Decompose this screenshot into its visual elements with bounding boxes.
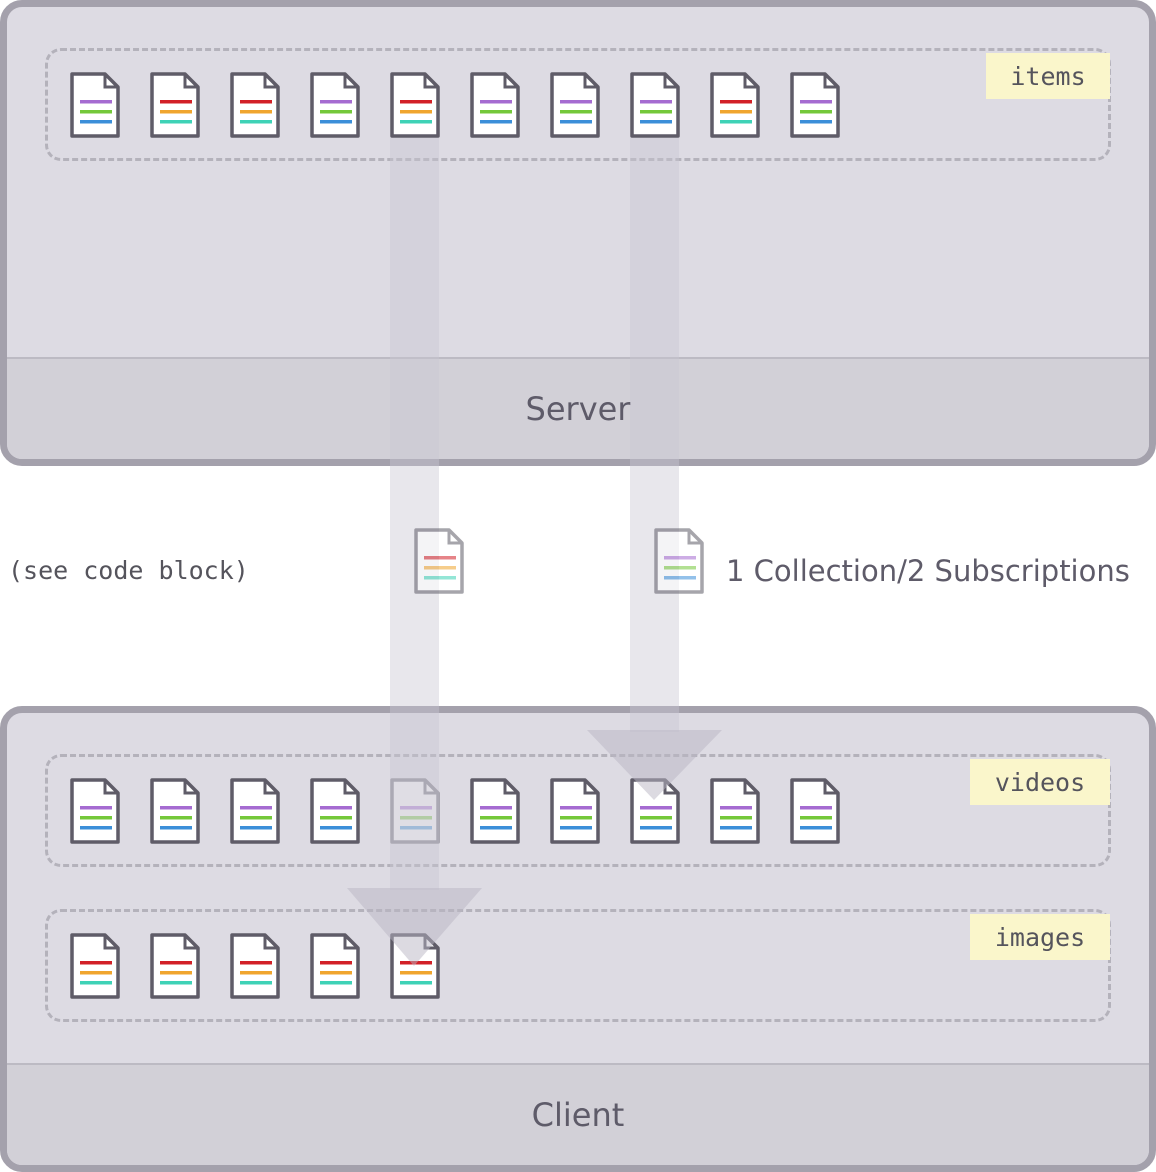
items-doc-purple xyxy=(309,71,361,139)
items-tag: items xyxy=(986,53,1110,99)
videos-doc-purple xyxy=(69,777,121,845)
items-doc-red xyxy=(229,71,281,139)
images-doc-red xyxy=(69,932,121,1000)
transit-doc-purple xyxy=(653,527,705,595)
subscriptions-caption: 1 Collection/2 Subscriptions xyxy=(726,554,1130,588)
videos-doc-purple xyxy=(789,777,841,845)
items-doc-red xyxy=(389,71,441,139)
images-tag: images xyxy=(970,914,1110,960)
images-doc-red xyxy=(149,932,201,1000)
images-doc-red xyxy=(309,932,361,1000)
images-collection xyxy=(45,909,1111,1022)
videos-tag: videos xyxy=(970,759,1110,805)
videos-doc-purple xyxy=(149,777,201,845)
items-doc-purple xyxy=(629,71,681,139)
server-panel: items Server xyxy=(0,0,1156,466)
server-label: Server xyxy=(7,357,1149,459)
items-doc-red xyxy=(709,71,761,139)
items-doc-purple xyxy=(69,71,121,139)
videos-doc-purple xyxy=(629,777,681,845)
client-label: Client xyxy=(7,1063,1149,1165)
code-block-caption: (see code block) xyxy=(8,556,249,585)
images-doc-red xyxy=(389,932,441,1000)
images-doc-red xyxy=(229,932,281,1000)
videos-doc-purple xyxy=(309,777,361,845)
videos-doc-purple xyxy=(709,777,761,845)
items-doc-purple xyxy=(549,71,601,139)
videos-doc-purple xyxy=(389,777,441,845)
items-doc-purple xyxy=(469,71,521,139)
items-doc-purple xyxy=(789,71,841,139)
items-doc-red xyxy=(149,71,201,139)
videos-doc-purple xyxy=(549,777,601,845)
videos-doc-purple xyxy=(469,777,521,845)
videos-doc-purple xyxy=(229,777,281,845)
transit-doc-red xyxy=(413,527,465,595)
